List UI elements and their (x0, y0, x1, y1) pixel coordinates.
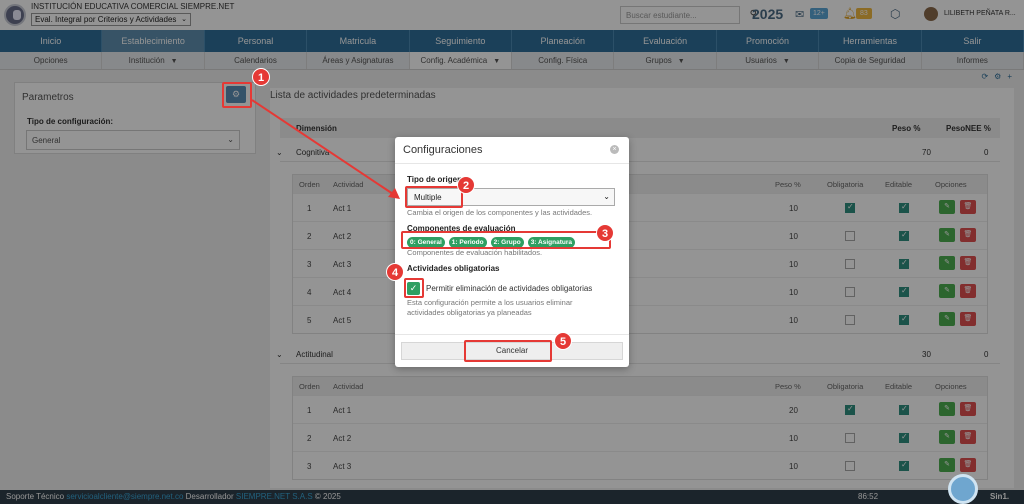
origin-type-help: Cambia el origen de los componentes y la… (407, 208, 593, 217)
modal-title: Configuraciones (403, 144, 483, 156)
chevron-down-icon: ⌄ (603, 192, 610, 201)
annotation-highlight (464, 340, 552, 362)
close-icon[interactable]: × (610, 145, 619, 154)
annotation-highlight (405, 186, 463, 208)
components-help: Componentes de evaluación habilitados. (407, 248, 543, 257)
annotation-marker: 3 (596, 224, 614, 242)
annotation-marker: 1 (252, 68, 270, 86)
permit-help-line2: actividades obligatorias ya planeadas (407, 308, 532, 317)
mandatory-activities-label: Actividades obligatorias (407, 264, 500, 273)
annotation-highlight (404, 278, 424, 298)
config-modal: Configuraciones × Tipo de origen Multipl… (395, 137, 629, 367)
annotation-marker: 2 (457, 176, 475, 194)
divider (395, 163, 629, 164)
annotation-highlight (222, 82, 252, 108)
annotation-marker: 4 (386, 263, 404, 281)
permit-deletion-label: Permitir eliminación de actividades obli… (426, 284, 593, 293)
chat-icon[interactable] (948, 474, 978, 504)
permit-help-line1: Esta configuración permite a los usuario… (407, 298, 573, 307)
divider (395, 334, 629, 335)
annotation-marker: 5 (554, 332, 572, 350)
origin-type-label: Tipo de origen (407, 175, 462, 184)
annotation-highlight (401, 231, 611, 249)
